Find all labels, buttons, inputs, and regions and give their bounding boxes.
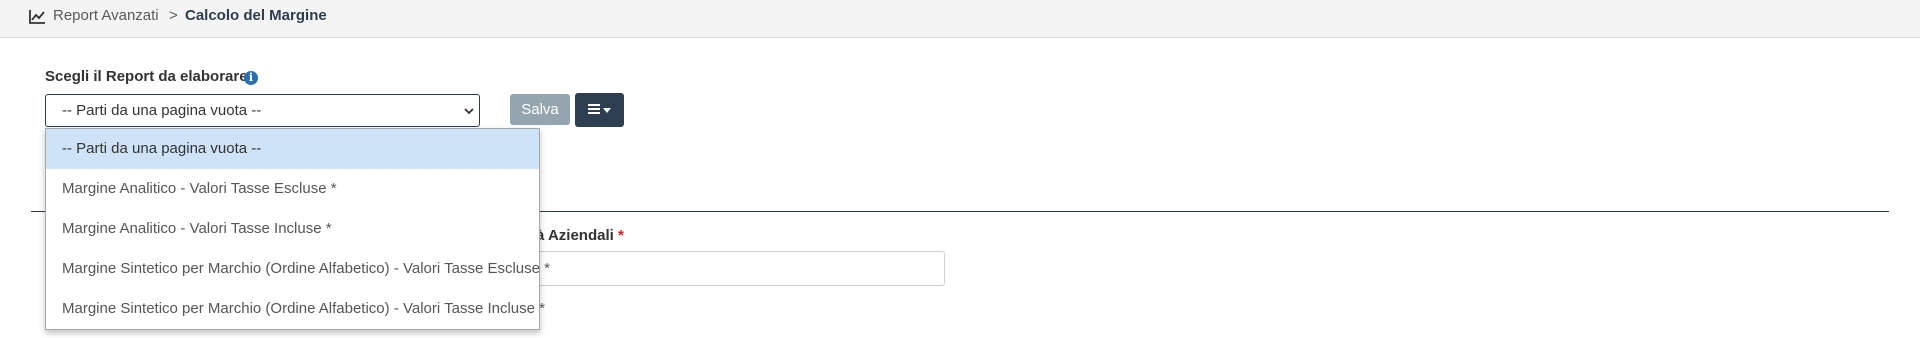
actions-menu-button[interactable] <box>575 93 624 127</box>
required-marker: * <box>617 227 624 244</box>
save-button[interactable]: Salva <box>510 94 570 125</box>
dropdown-option-blank[interactable]: -- Parti da una pagina vuota -- <box>46 129 539 169</box>
dropdown-option-analitico-incluse[interactable]: Margine Analitico - Valori Tasse Incluse… <box>46 209 539 249</box>
chevron-down-icon <box>464 108 474 115</box>
report-select[interactable]: -- Parti da una pagina vuota -- <box>45 94 480 127</box>
business-field-label: à Aziendali * <box>536 227 624 244</box>
report-select-dropdown[interactable]: -- Parti da una pagina vuota -- Margine … <box>45 128 550 330</box>
caret-down-icon <box>603 108 611 113</box>
page-title: Calcolo del Margine <box>185 7 327 24</box>
dropdown-option-analitico-escluse[interactable]: Margine Analitico - Valori Tasse Escluse… <box>46 169 539 209</box>
dropdown-option-sintetico-incluse[interactable]: Margine Sintetico per Marchio (Ordine Al… <box>46 289 545 329</box>
breadcrumb-separator: > <box>169 7 178 24</box>
info-icon[interactable]: i <box>244 71 258 85</box>
business-field-input[interactable] <box>500 251 945 286</box>
dropdown-option-sintetico-escluse[interactable]: Margine Sintetico per Marchio (Ordine Al… <box>46 249 550 289</box>
report-select-value: -- Parti da una pagina vuota -- <box>62 102 262 119</box>
breadcrumb-link-report-avanzati[interactable]: Report Avanzati <box>53 7 159 24</box>
hamburger-icon <box>588 104 600 114</box>
report-select-label: Scegli il Report da elaborare <box>45 68 248 85</box>
breadcrumb: Report Avanzati > Calcolo del Margine <box>0 0 1920 38</box>
line-chart-icon <box>29 10 45 24</box>
